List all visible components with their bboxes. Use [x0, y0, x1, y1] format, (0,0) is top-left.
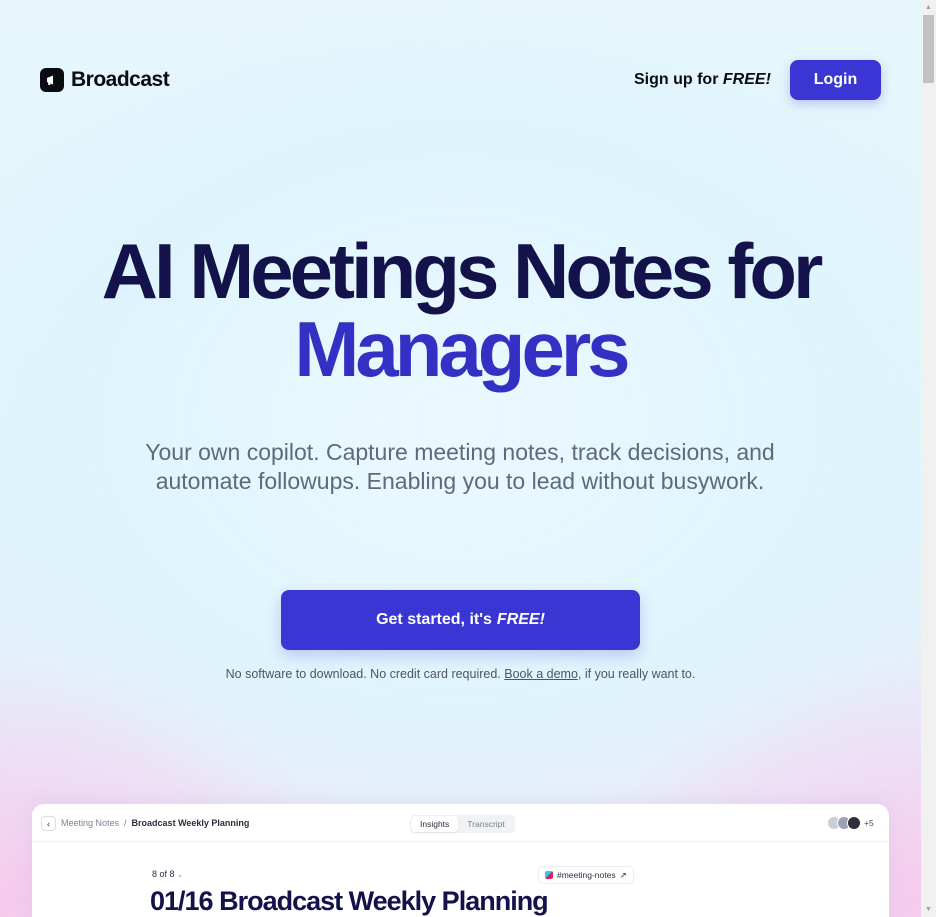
breadcrumb-current: Broadcast Weekly Planning: [131, 818, 250, 828]
breadcrumb: Meeting Notes / Broadcast Weekly Plannin…: [61, 818, 249, 828]
page-count-text: 8 of 8: [152, 869, 175, 879]
channel-name: #meeting-notes: [557, 870, 616, 880]
tab-insights[interactable]: Insights: [411, 816, 459, 832]
avatars-more-count: +5: [864, 818, 874, 828]
product-preview: ‹ Meeting Notes / Broadcast Weekly Plann…: [32, 804, 889, 917]
login-button[interactable]: Login: [790, 60, 881, 100]
tab-transcript[interactable]: Transcript: [458, 816, 513, 832]
chevron-left-icon[interactable]: ‹: [41, 816, 56, 831]
signup-text: Sign up for: [634, 71, 719, 88]
hero-title-line1: AI Meetings Notes for: [101, 227, 824, 315]
chevron-down-icon: ⌄: [177, 872, 183, 879]
hero-title: AI Meetings Notes for Managers: [0, 232, 921, 388]
slack-icon: [545, 871, 553, 879]
cta-text: Get started, it's: [376, 611, 492, 628]
landing-page: Broadcast Sign up for FREE! Login AI Mee…: [0, 0, 921, 917]
get-started-button[interactable]: Get started, it's FREE!: [281, 590, 640, 650]
meeting-title: 01/16 Broadcast Weekly Planning: [150, 886, 549, 916]
note-text: No software to download. No credit card …: [225, 667, 501, 681]
brand-logo[interactable]: Broadcast: [40, 68, 170, 92]
avatar: [847, 816, 861, 830]
scrollbar-thumb[interactable]: [923, 15, 934, 83]
cta-note: No software to download. No credit card …: [0, 667, 921, 681]
note-suffix: , if you really want to.: [577, 667, 696, 681]
cta-free-emph: FREE!: [496, 611, 545, 628]
signup-link[interactable]: Sign up for FREE!: [634, 71, 771, 89]
page-count[interactable]: 8 of 8 ⌄: [152, 869, 183, 879]
triangle-up-icon[interactable]: ▲: [921, 0, 936, 15]
brand-name: Broadcast: [71, 68, 170, 91]
preview-tabs: Insights Transcript: [410, 815, 515, 833]
channel-chip[interactable]: #meeting-notes ↗: [538, 866, 634, 884]
signup-free-emph: FREE!: [722, 71, 771, 88]
preview-toolbar: ‹ Meeting Notes / Broadcast Weekly Plann…: [32, 804, 889, 842]
participant-avatars[interactable]: +5: [827, 816, 874, 830]
hero-title-line2: Managers: [294, 305, 630, 393]
megaphone-icon: [40, 68, 64, 92]
breadcrumb-separator: /: [124, 818, 127, 828]
triangle-down-icon[interactable]: ▼: [921, 902, 936, 917]
external-link-icon: ↗: [619, 869, 627, 880]
page-scrollbar[interactable]: ▲ ▼: [921, 0, 936, 917]
breadcrumb-parent[interactable]: Meeting Notes: [61, 818, 119, 828]
hero-subtitle: Your own copilot. Capture meeting notes,…: [145, 439, 775, 494]
book-demo-link[interactable]: Book a demo: [504, 667, 578, 681]
